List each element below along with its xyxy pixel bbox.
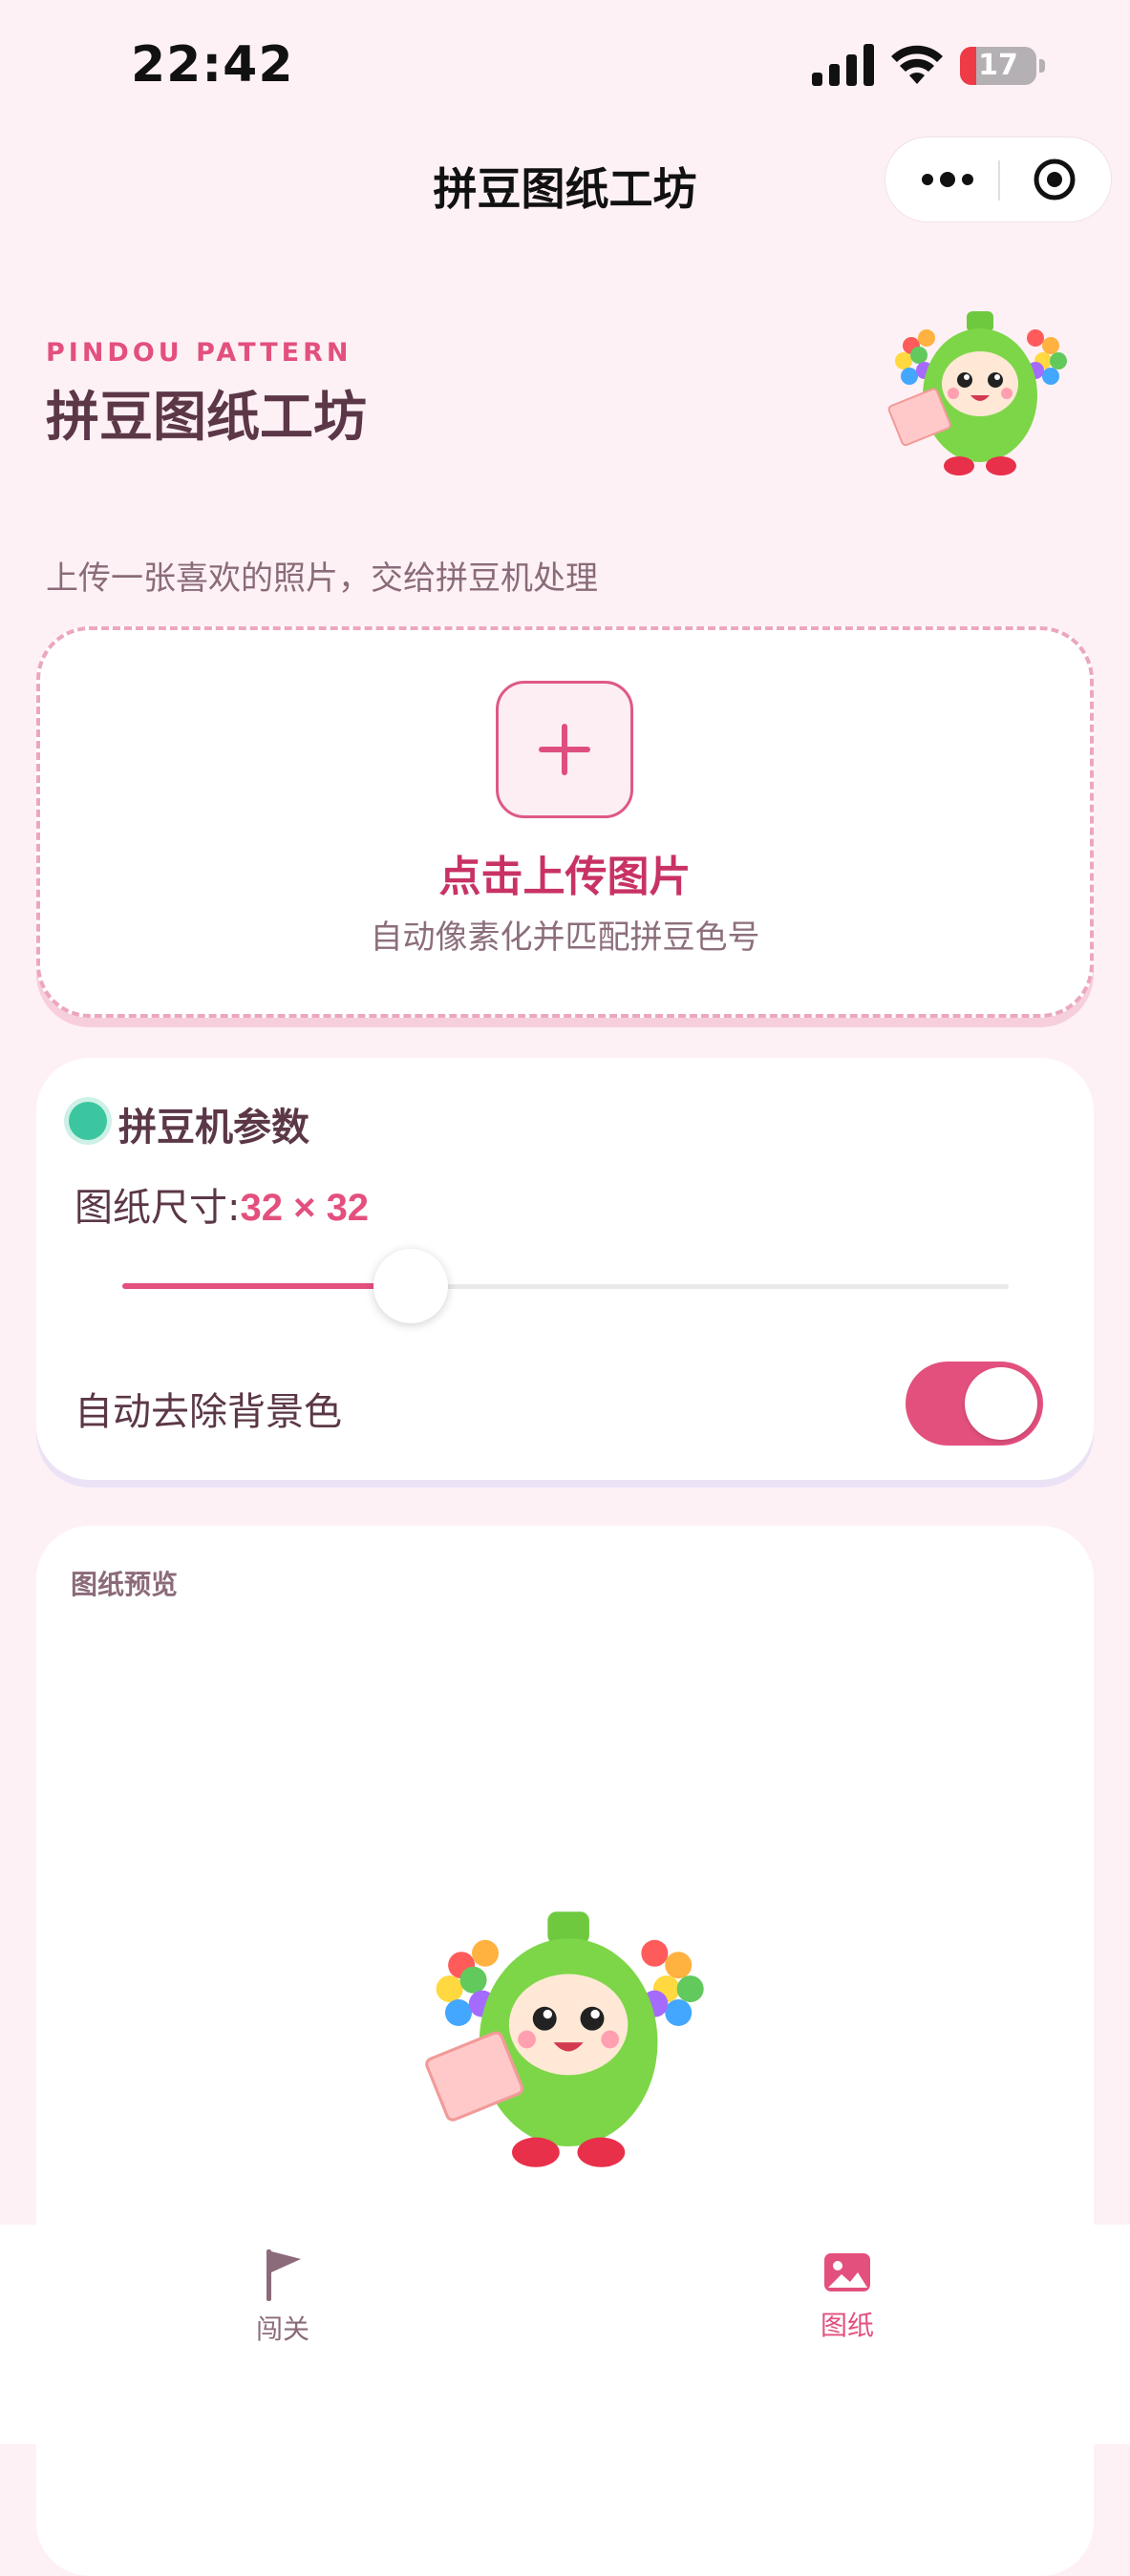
more-dot-icon: [922, 174, 933, 185]
more-dot-icon: [962, 174, 973, 185]
more-button[interactable]: [914, 137, 981, 222]
header-kicker: PINDOU PATTERN: [46, 338, 352, 368]
size-slider-thumb[interactable]: [373, 1249, 448, 1323]
tab-levels-label: 闯关: [255, 2313, 309, 2345]
plus-icon-bar: [539, 747, 590, 752]
status-dot-icon: [69, 1102, 107, 1140]
battery-icon: 17: [960, 47, 1036, 85]
params-title: 拼豆机参数: [118, 1106, 309, 1150]
remove-bg-toggle[interactable]: [906, 1362, 1043, 1446]
close-target-icon[interactable]: [1033, 158, 1077, 201]
size-label: 图纸尺寸:32 × 32: [75, 1176, 369, 1232]
status-time: 22:42: [131, 36, 294, 94]
battery-level: 17: [978, 49, 1018, 82]
capsule-divider: [998, 160, 1000, 201]
mascot-placeholder-image: [425, 1911, 704, 2167]
upload-description: 自动像素化并匹配拼豆色号: [370, 918, 760, 957]
size-value: 32 × 32: [240, 1187, 370, 1229]
wifi-icon: [891, 45, 943, 84]
size-slider-fill: [122, 1283, 411, 1289]
more-dot-icon: [940, 172, 955, 187]
tab-pattern-label: 图纸: [820, 2310, 874, 2341]
size-label-text: 图纸尺寸:: [75, 1186, 241, 1230]
tab-bar: [0, 2225, 1130, 2444]
preview-title: 图纸预览: [71, 1569, 179, 1600]
mini-program-capsule: [885, 137, 1112, 222]
flag-icon: [267, 2249, 301, 2301]
upload-title[interactable]: 点击上传图片: [0, 842, 1130, 903]
tab-levels[interactable]: 闯关: [187, 2246, 378, 2347]
image-icon: [824, 2253, 870, 2291]
tab-pattern[interactable]: 图纸: [752, 2246, 943, 2343]
cellular-signal-icon: [812, 44, 874, 86]
page-subtitle: 上传一张喜欢的照片，交给拼豆机处理: [46, 560, 598, 598]
remove-bg-label: 自动去除背景色: [75, 1390, 342, 1434]
battery-tip: [1039, 59, 1045, 73]
toggle-knob: [965, 1367, 1037, 1440]
add-image-button[interactable]: [496, 681, 633, 818]
page-title: 拼豆图纸工坊: [46, 387, 367, 449]
mascot-image: [887, 311, 1067, 475]
